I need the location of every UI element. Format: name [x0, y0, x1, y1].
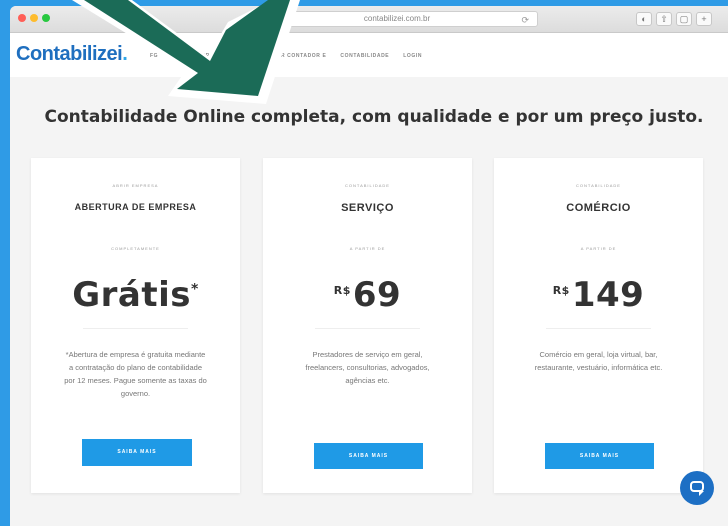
card-price-caption: A PARTIR DE [580, 246, 617, 251]
card-description: Comércio em geral, loja virtual, bar, re… [534, 350, 663, 372]
nav-link-login[interactable]: LOGIN [403, 53, 422, 59]
browser-window: contabilizei.com.br ⟳ ◐ ⇧ ▢ + Contabiliz… [10, 6, 728, 526]
currency-symbol: R$ [552, 283, 570, 297]
card-title: ABERTURA DE EMPRESA [74, 202, 197, 212]
browser-toolbar: contabilizei.com.br ⟳ ◐ ⇧ ▢ + [10, 6, 728, 33]
address-bar[interactable]: contabilizei.com.br ⟳ [256, 11, 538, 27]
logo-text: Contabilizei [16, 43, 123, 65]
nav-link-abrir-empresa[interactable]: ABRIR EMPRESA GRÁTIS [172, 53, 246, 59]
plan-card-servico: CONTABILIDADE SERVIÇO A PARTIR DE R$69 P… [263, 158, 472, 493]
price-value: Grátis [72, 275, 191, 315]
site-header: Contabilizei. FG ABRIR EMPRESA GRÁTIS TR… [10, 33, 728, 77]
website: Contabilizei. FG ABRIR EMPRESA GRÁTIS TR… [10, 33, 728, 526]
price-value: 149 [571, 275, 645, 315]
card-price: R$69 [263, 275, 472, 315]
plan-card-abertura: ABRIR EMPRESA ABERTURA DE EMPRESA COMPLE… [31, 158, 240, 493]
reload-icon[interactable]: ⟳ [521, 13, 529, 27]
card-description: *Abertura de empresa é gratuita mediante… [64, 350, 207, 398]
card-divider [546, 328, 651, 329]
card-price-caption: A PARTIR DE [349, 246, 386, 251]
card-divider [315, 328, 420, 329]
card-price-caption: COMPLETAMENTE [111, 246, 160, 251]
new-tab-icon[interactable]: + [696, 12, 712, 26]
minimize-window-icon[interactable] [30, 14, 38, 22]
card-subtitle: CONTABILIDADE [345, 183, 390, 188]
card-divider [83, 328, 188, 329]
currency-symbol: R$ [333, 283, 351, 297]
card-subtitle: ABRIR EMPRESA [112, 183, 159, 188]
url-text: contabilizei.com.br [363, 14, 431, 23]
price-value: 69 [352, 275, 402, 315]
tabs-icon[interactable]: ▢ [676, 12, 692, 26]
saiba-mais-button[interactable]: SAIBA MAIS [314, 443, 423, 469]
extension-icon[interactable]: ◐ [636, 12, 652, 26]
maximize-window-icon[interactable] [42, 14, 50, 22]
chat-icon-tail [699, 491, 704, 496]
card-title: COMÉRCIO [566, 202, 631, 214]
saiba-mais-button[interactable]: SAIBA MAIS [82, 439, 192, 466]
chat-button[interactable] [680, 471, 714, 505]
site-logo[interactable]: Contabilizei. [16, 43, 128, 66]
nav-link-0[interactable]: FG [150, 53, 158, 59]
main-nav: FG ABRIR EMPRESA GRÁTIS TROCAR CONTADOR … [150, 53, 422, 59]
close-window-icon[interactable] [18, 14, 26, 22]
nav-link-trocar-contador[interactable]: TROCAR CONTADOR E [260, 53, 326, 59]
logo-dot: . [122, 43, 128, 65]
card-subtitle: CONTABILIDADE [576, 183, 621, 188]
card-title: SERVIÇO [341, 202, 394, 214]
page-headline: Contabilidade Online completa, com quali… [44, 107, 704, 127]
card-description: Prestadores de serviço em geral, freelan… [305, 350, 430, 385]
price-footnote-mark: * [190, 281, 199, 298]
card-price: R$149 [494, 275, 703, 315]
share-icon[interactable]: ⇧ [656, 12, 672, 26]
card-price: Grátis* [31, 275, 240, 315]
plan-card-comercio: CONTABILIDADE COMÉRCIO A PARTIR DE R$149… [494, 158, 703, 493]
nav-link-contabilidade[interactable]: CONTABILIDADE [340, 53, 389, 59]
saiba-mais-button[interactable]: SAIBA MAIS [545, 443, 654, 469]
